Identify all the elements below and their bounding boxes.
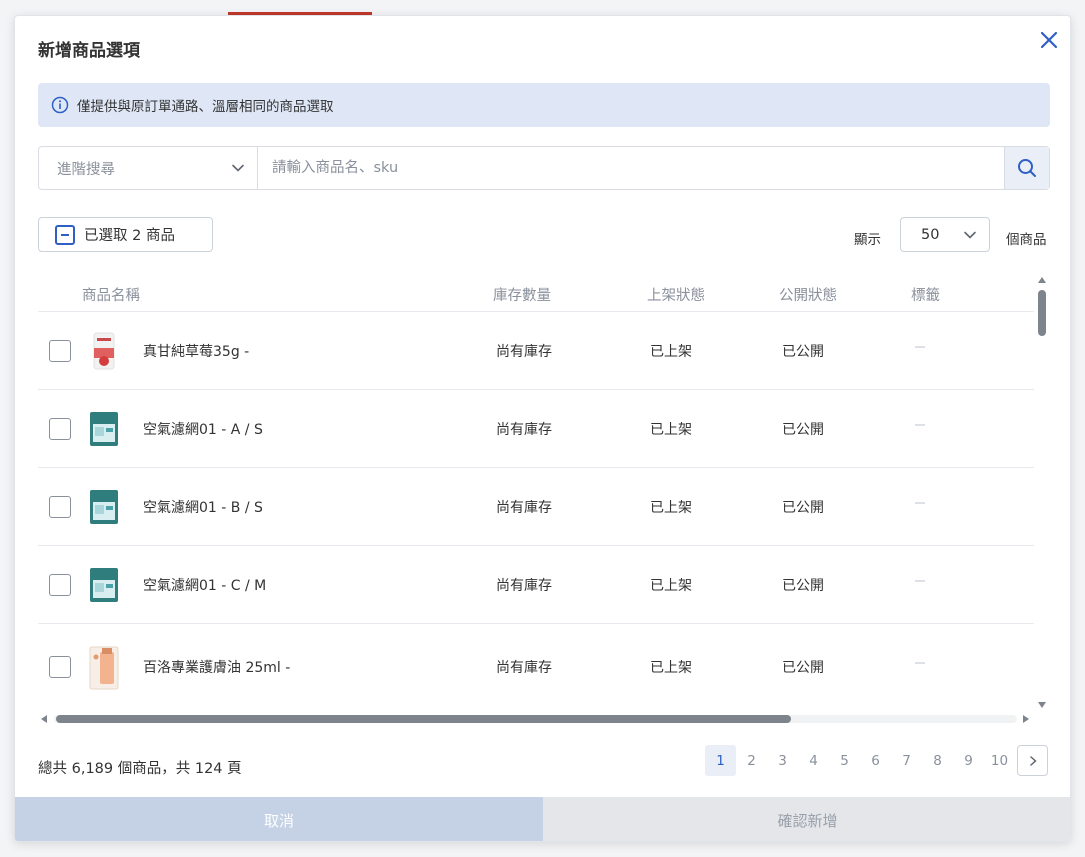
search-bar: 進階搜尋 bbox=[38, 146, 1050, 190]
confirm-add-button[interactable]: 確認新增 bbox=[543, 797, 1070, 841]
dialog-title: 新增商品選項 bbox=[38, 41, 140, 61]
page-button[interactable]: 3 bbox=[767, 745, 798, 776]
advanced-search-dropdown[interactable]: 進階搜尋 bbox=[39, 147, 258, 189]
show-label: 顯示 bbox=[854, 232, 881, 248]
scroll-right-icon[interactable] bbox=[1023, 715, 1029, 723]
add-product-dialog: 新增商品選項 僅提供與原訂單通路、溫層相同的商品選取 進階搜尋 已選取 2 商品 bbox=[14, 15, 1071, 842]
product-name: 空氣濾網01 - C / M bbox=[143, 578, 267, 594]
table-row: 空氣濾網01 - A / S 尚有庫存 已上架 已公開 bbox=[38, 390, 1034, 468]
per-page-value: 50 bbox=[921, 226, 940, 243]
tag-empty bbox=[915, 662, 925, 664]
header-stock: 庫存數量 bbox=[493, 288, 551, 304]
horizontal-scrollbar[interactable] bbox=[38, 712, 1034, 726]
product-thumbnail bbox=[90, 490, 118, 524]
deselect-minus-icon bbox=[55, 224, 75, 245]
close-icon[interactable] bbox=[1037, 28, 1061, 52]
header-name: 商品名稱 bbox=[82, 288, 140, 304]
tag-empty bbox=[915, 424, 925, 426]
total-count-text: 總共 6,189 個商品，共 124 頁 bbox=[38, 761, 242, 777]
table-header: 商品名稱 庫存數量 上架狀態 公開狀態 標籤 bbox=[38, 274, 1034, 312]
shelf-status: 已上架 bbox=[650, 578, 692, 594]
row-checkbox[interactable] bbox=[49, 574, 71, 596]
page-button[interactable]: 7 bbox=[891, 745, 922, 776]
search-button[interactable] bbox=[1004, 147, 1049, 189]
row-checkbox[interactable] bbox=[49, 340, 71, 362]
page-button[interactable]: 9 bbox=[953, 745, 984, 776]
row-checkbox[interactable] bbox=[49, 418, 71, 440]
header-public: 公開狀態 bbox=[779, 288, 837, 304]
per-page-select[interactable]: 50 bbox=[900, 217, 990, 252]
page-button[interactable]: 6 bbox=[860, 745, 891, 776]
stock-status: 尚有庫存 bbox=[496, 660, 552, 676]
public-status: 已公開 bbox=[782, 500, 824, 516]
table-row: 空氣濾網01 - C / M 尚有庫存 已上架 已公開 bbox=[38, 546, 1034, 624]
product-table: 商品名稱 庫存數量 上架狀態 公開狀態 標籤 真甘純草莓35g - 尚有庫存 已… bbox=[38, 274, 1034, 709]
next-page-button[interactable] bbox=[1017, 745, 1048, 776]
shelf-status: 已上架 bbox=[650, 422, 692, 438]
public-status: 已公開 bbox=[782, 344, 824, 360]
product-thumbnail bbox=[90, 412, 118, 446]
product-thumbnail bbox=[90, 568, 118, 602]
search-input[interactable] bbox=[258, 147, 1004, 189]
product-thumbnail bbox=[89, 646, 119, 690]
stock-status: 尚有庫存 bbox=[496, 578, 552, 594]
items-label: 個商品 bbox=[1006, 232, 1047, 248]
info-notice: 僅提供與原訂單通路、溫層相同的商品選取 bbox=[38, 83, 1050, 127]
product-thumbnail bbox=[93, 332, 115, 370]
public-status: 已公開 bbox=[782, 578, 824, 594]
product-name: 真甘純草莓35g - bbox=[143, 344, 250, 360]
info-icon bbox=[51, 96, 69, 114]
public-status: 已公開 bbox=[782, 422, 824, 438]
chevron-right-icon bbox=[1029, 755, 1037, 766]
advanced-search-label: 進階搜尋 bbox=[57, 161, 115, 178]
cancel-button[interactable]: 取消 bbox=[15, 797, 543, 841]
search-icon bbox=[1018, 159, 1036, 177]
table-row: 真甘純草莓35g - 尚有庫存 已上架 已公開 bbox=[38, 312, 1034, 390]
page-button[interactable]: 2 bbox=[736, 745, 767, 776]
selected-count-button[interactable]: 已選取 2 商品 bbox=[38, 217, 213, 252]
stock-status: 尚有庫存 bbox=[496, 344, 552, 360]
product-name: 空氣濾網01 - B / S bbox=[143, 500, 263, 516]
page-button[interactable]: 8 bbox=[922, 745, 953, 776]
page-button[interactable]: 10 bbox=[984, 745, 1015, 776]
page-button[interactable]: 4 bbox=[798, 745, 829, 776]
dialog-footer: 取消 確認新增 bbox=[15, 797, 1070, 841]
chevron-down-icon bbox=[964, 231, 976, 239]
product-name: 空氣濾網01 - A / S bbox=[143, 422, 263, 438]
vertical-scroll-thumb[interactable] bbox=[1038, 290, 1046, 336]
table-row: 空氣濾網01 - B / S 尚有庫存 已上架 已公開 bbox=[38, 468, 1034, 546]
vertical-scrollbar[interactable] bbox=[1034, 274, 1050, 709]
shelf-status: 已上架 bbox=[650, 500, 692, 516]
horizontal-scroll-thumb[interactable] bbox=[56, 715, 791, 723]
shelf-status: 已上架 bbox=[650, 344, 692, 360]
tag-empty bbox=[915, 346, 925, 348]
table-row: 百洛專業護膚油 25ml - 尚有庫存 已上架 已公開 bbox=[38, 624, 1034, 709]
stock-status: 尚有庫存 bbox=[496, 422, 552, 438]
row-checkbox[interactable] bbox=[49, 496, 71, 518]
scroll-left-icon[interactable] bbox=[41, 715, 47, 723]
scroll-up-icon[interactable] bbox=[1038, 277, 1046, 283]
public-status: 已公開 bbox=[782, 660, 824, 676]
header-tags: 標籤 bbox=[911, 288, 940, 304]
page-button[interactable]: 5 bbox=[829, 745, 860, 776]
pagination: 1 2 3 4 5 6 7 8 9 10 bbox=[705, 745, 1048, 776]
page-button[interactable]: 1 bbox=[705, 745, 736, 776]
selected-count-label: 已選取 2 商品 bbox=[84, 228, 175, 244]
header-shelf: 上架狀態 bbox=[647, 288, 705, 304]
tag-empty bbox=[915, 580, 925, 582]
stock-status: 尚有庫存 bbox=[496, 500, 552, 516]
notice-text: 僅提供與原訂單通路、溫層相同的商品選取 bbox=[77, 99, 334, 115]
shelf-status: 已上架 bbox=[650, 660, 692, 676]
product-name: 百洛專業護膚油 25ml - bbox=[143, 660, 291, 676]
scroll-down-icon[interactable] bbox=[1038, 702, 1046, 708]
row-checkbox[interactable] bbox=[49, 656, 71, 678]
tag-empty bbox=[915, 502, 925, 504]
chevron-down-icon bbox=[232, 164, 244, 172]
